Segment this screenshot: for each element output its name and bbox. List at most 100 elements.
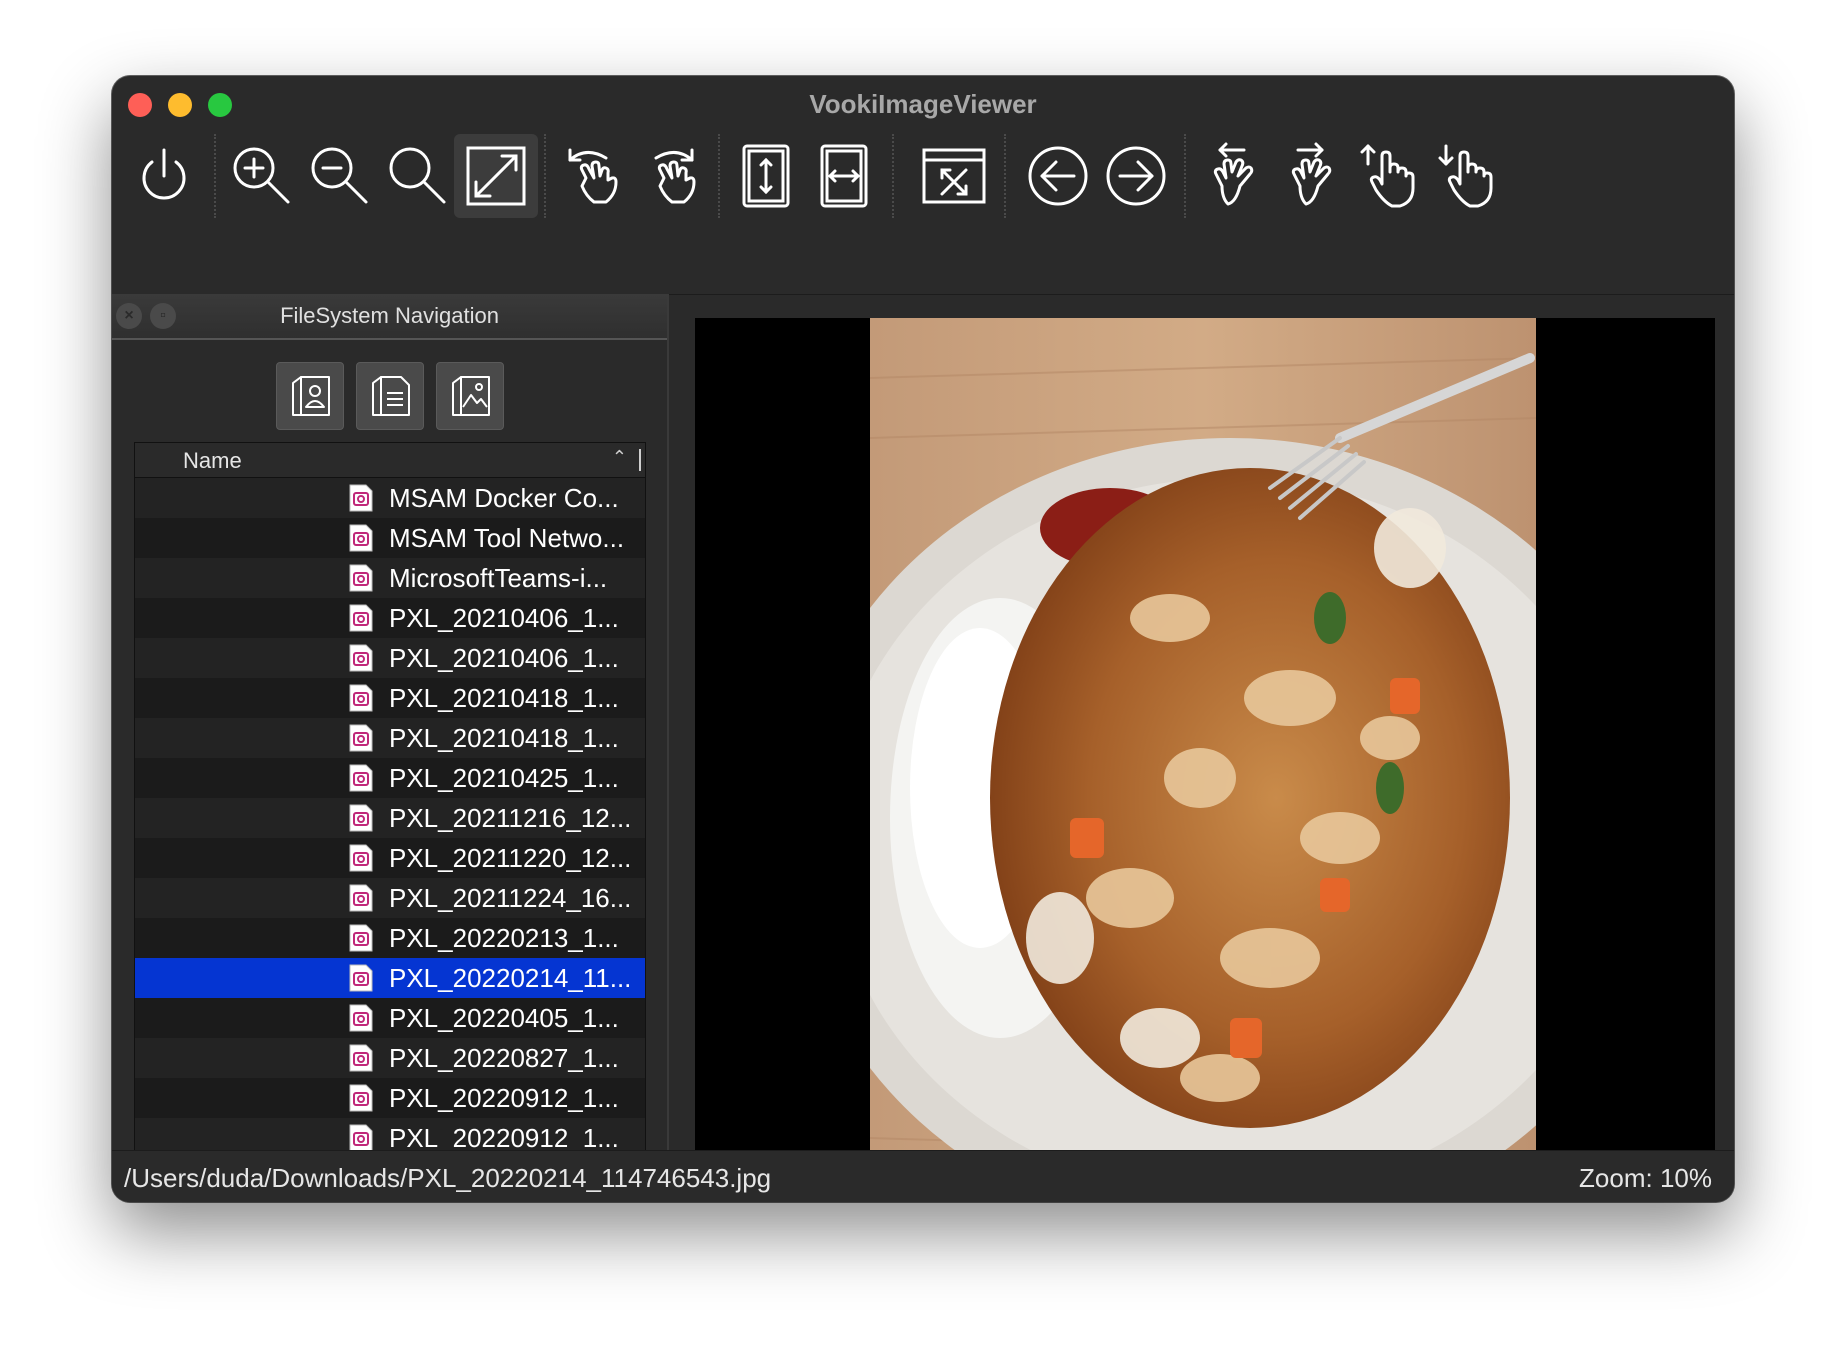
file-name: PXL_20211216_12...: [389, 802, 632, 833]
zoom-out-button[interactable]: [298, 134, 382, 218]
toolbar-separator: [1184, 134, 1186, 218]
file-list-item[interactable]: PXL_20211220_12...: [135, 838, 645, 878]
flip-horizontal-button[interactable]: [802, 134, 886, 218]
close-window-button[interactable]: [128, 93, 152, 117]
hand-up-icon: [1360, 144, 1415, 208]
zoom-in-icon: [233, 147, 290, 204]
file-list-item[interactable]: PXL_20220912_1...: [135, 1078, 645, 1118]
image-file-icon: [349, 644, 373, 672]
hand-swipe-left-icon: [1213, 142, 1254, 206]
fullscreen-icon: [922, 148, 986, 204]
toolbar-separator: [1004, 134, 1006, 218]
file-name: PXL_20220912_1...: [389, 1122, 619, 1153]
rotate-left-icon: [568, 148, 618, 204]
home-folder-icon: [292, 376, 330, 416]
image-file-icon: [349, 1004, 373, 1032]
file-list-item[interactable]: PXL_20210425_1...: [135, 758, 645, 798]
previous-arrow-icon: [1028, 146, 1088, 206]
image-file-icon: [349, 1084, 373, 1112]
quit-button[interactable]: [122, 134, 206, 218]
file-list-item[interactable]: PXL_20220213_1...: [135, 918, 645, 958]
file-name: MicrosoftTeams-i...: [389, 562, 608, 593]
window-controls: [128, 93, 232, 117]
hand-up-button[interactable]: [1346, 134, 1430, 218]
image-file-icon: [349, 964, 373, 992]
file-list-item[interactable]: MSAM Tool Netwo...: [135, 518, 645, 558]
flip-vertical-button[interactable]: [724, 134, 808, 218]
photo-render: [870, 318, 1536, 1202]
file-list-item[interactable]: PXL_20211216_12...: [135, 798, 645, 838]
toolbar-separator: [892, 134, 894, 218]
rotate-right-button[interactable]: [628, 134, 712, 218]
file-list-item[interactable]: PXL_20220827_1...: [135, 1038, 645, 1078]
food-photo: [870, 318, 1536, 1202]
flip-horizontal-icon: [820, 144, 868, 208]
rotate-right-icon: [654, 148, 696, 204]
toolbar-separator: [214, 134, 216, 218]
file-list-item[interactable]: PXL_20210406_1...: [135, 598, 645, 638]
file-name: PXL_20210406_1...: [389, 642, 619, 673]
list-header[interactable]: Name ⌃: [135, 443, 645, 478]
documents-folder-button[interactable]: [356, 362, 424, 430]
pictures-folder-button[interactable]: [436, 362, 504, 430]
toolbar-separator: [544, 134, 546, 218]
name-column-header[interactable]: Name: [183, 448, 242, 474]
location-buttons: [276, 362, 504, 430]
file-name: PXL_20220214_11...: [389, 962, 632, 993]
zoom-level-label: Zoom: 10%: [1579, 1163, 1712, 1193]
file-name: PXL_20210406_1...: [389, 602, 619, 633]
file-name: PXL_20211220_12...: [389, 842, 632, 873]
image-file-icon: [349, 524, 373, 552]
documents-folder-icon: [372, 376, 410, 416]
file-list-item[interactable]: MSAM Docker Co...: [135, 478, 645, 518]
zoom-reset-icon: [389, 147, 446, 204]
image-file-icon: [349, 764, 373, 792]
panel-controls: × ▫: [116, 303, 176, 329]
fit-to-window-button[interactable]: [454, 134, 538, 218]
previous-image-button[interactable]: [1016, 134, 1100, 218]
panel-close-button[interactable]: ×: [116, 303, 142, 329]
rotate-left-button[interactable]: [550, 134, 634, 218]
file-name: MSAM Tool Netwo...: [389, 522, 625, 553]
image-viewport[interactable]: [695, 318, 1715, 1202]
panel-header: × ▫ FileSystem Navigation: [112, 294, 667, 340]
column-resize-handle[interactable]: [639, 449, 641, 471]
file-list-item[interactable]: PXL_20220405_1...: [135, 998, 645, 1038]
first-image-button[interactable]: [1190, 134, 1274, 218]
hand-down-button[interactable]: [1424, 134, 1508, 218]
image-file-icon: [349, 684, 373, 712]
sort-ascending-icon: ⌃: [611, 447, 627, 467]
file-list[interactable]: Name ⌃ MSAM Docker Co... MSAM Tool Netwo.…: [134, 442, 646, 1202]
app-window: VookiImageViewer × ▫ FileSystem Navigati…: [112, 76, 1734, 1202]
image-file-icon: [349, 724, 373, 752]
zoom-in-button[interactable]: [220, 134, 304, 218]
file-name: PXL_20211224_16...: [389, 882, 632, 913]
file-list-item[interactable]: PXL_20220214_11...: [135, 958, 645, 998]
file-list-item[interactable]: PXL_20210418_1...: [135, 678, 645, 718]
pictures-folder-icon: [452, 376, 490, 416]
image-file-icon: [349, 844, 373, 872]
image-file-icon: [349, 1124, 373, 1152]
file-name: PXL_20210425_1...: [389, 762, 619, 793]
flip-vertical-icon: [742, 144, 790, 208]
minimize-window-button[interactable]: [168, 93, 192, 117]
home-folder-button[interactable]: [276, 362, 344, 430]
image-file-icon: [349, 884, 373, 912]
file-name: PXL_20220213_1...: [389, 922, 619, 953]
image-file-icon: [349, 564, 373, 592]
next-arrow-icon: [1106, 146, 1166, 206]
last-image-button[interactable]: [1268, 134, 1352, 218]
zoom-window-button[interactable]: [208, 93, 232, 117]
toolbar-separator: [718, 134, 720, 218]
file-list-item[interactable]: PXL_20211224_16...: [135, 878, 645, 918]
file-list-item[interactable]: PXL_20210418_1...: [135, 718, 645, 758]
fullscreen-button[interactable]: [912, 134, 996, 218]
next-image-button[interactable]: [1094, 134, 1178, 218]
file-name: PXL_20210418_1...: [389, 682, 619, 713]
file-list-item[interactable]: PXL_20210406_1...: [135, 638, 645, 678]
file-list-item[interactable]: MicrosoftTeams-i...: [135, 558, 645, 598]
zoom-reset-button[interactable]: [376, 134, 460, 218]
panel-float-button[interactable]: ▫: [150, 303, 176, 329]
window-title: VookiImageViewer: [809, 88, 1037, 119]
fit-window-icon: [466, 146, 526, 206]
